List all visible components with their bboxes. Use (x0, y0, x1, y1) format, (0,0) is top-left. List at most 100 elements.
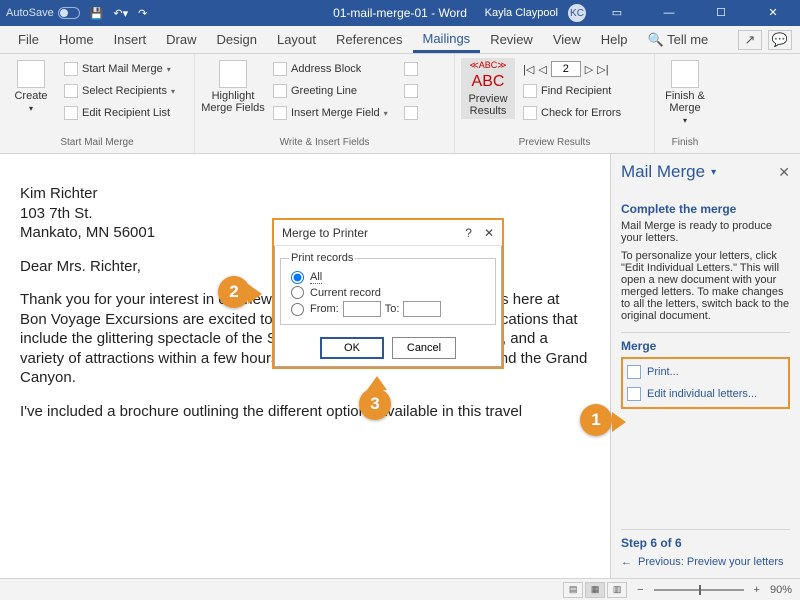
radio-all-input[interactable] (291, 271, 304, 284)
tab-view[interactable]: View (543, 26, 591, 54)
callout-3: 3 (359, 388, 391, 420)
record-nav: |◁ ◁ ▷ ▷| (519, 58, 625, 80)
tab-references[interactable]: References (326, 26, 412, 54)
callout-1-arrow-icon (612, 412, 626, 432)
document-title: 01-mail-merge-01 - Word (333, 6, 467, 20)
comments-icon[interactable]: 💬 (768, 30, 792, 50)
radio-current[interactable]: Current record (289, 285, 487, 300)
maximize-icon[interactable]: ☐ (700, 0, 742, 26)
tab-help[interactable]: Help (591, 26, 638, 54)
merge-to-printer-dialog: Merge to Printer ? ✕ Print records All C… (272, 218, 504, 369)
radio-current-label: Current record (310, 287, 381, 299)
redo-icon[interactable]: ↷ (138, 7, 147, 20)
last-record-icon[interactable]: ▷| (597, 63, 608, 76)
zoom-out-icon[interactable]: − (637, 584, 643, 596)
check-icon (523, 106, 537, 120)
minimize-icon[interactable]: — (648, 0, 690, 26)
finish-merge-button[interactable]: Finish & Merge ▾ (661, 58, 709, 125)
radio-all[interactable]: All (289, 270, 487, 285)
read-mode-icon[interactable]: ▤ (563, 582, 583, 598)
tab-home[interactable]: Home (49, 26, 104, 54)
insert-merge-field-button[interactable]: Insert Merge Field (269, 102, 392, 124)
next-record-icon[interactable]: ▷ (585, 63, 593, 76)
print-link[interactable]: Print... (627, 363, 784, 381)
section-merge: Merge (621, 332, 790, 353)
recipient-addr1: 103 7th St. (20, 205, 93, 222)
docs-icon (627, 387, 641, 401)
address-block-button[interactable]: Address Block (269, 58, 392, 80)
find-label: Find Recipient (541, 85, 611, 97)
update-labels-button[interactable] (400, 102, 422, 124)
print-layout-icon[interactable]: ▦ (585, 582, 605, 598)
save-icon[interactable]: 💾 (90, 7, 104, 20)
autosave-toggle[interactable]: AutoSave (6, 7, 80, 19)
ribbon: Create ▾ Start Mail Merge Select Recipie… (0, 54, 800, 154)
dialog-title: Merge to Printer (282, 226, 368, 240)
tab-file[interactable]: File (8, 26, 49, 54)
tab-tellme[interactable]: 🔍 Tell me (638, 26, 719, 54)
highlight-label: Highlight Merge Fields (201, 90, 265, 114)
check-errors-button[interactable]: Check for Errors (519, 102, 625, 124)
radio-from-input[interactable] (291, 303, 304, 316)
tab-insert[interactable]: Insert (104, 26, 157, 54)
status-bar: ▤ ▦ ▥ − + 90% (0, 578, 800, 600)
dialog-close-icon[interactable]: ✕ (484, 226, 494, 240)
match-fields-button[interactable] (400, 80, 422, 102)
start-mail-merge-button[interactable]: Start Mail Merge (60, 58, 179, 80)
tab-mailings[interactable]: Mailings (413, 27, 481, 53)
group-label-write: Write & Insert Fields (195, 137, 454, 153)
to-input[interactable] (403, 301, 441, 317)
preview-results-button[interactable]: ≪ABC≫ ABC Preview Results (461, 58, 515, 119)
cancel-button[interactable]: Cancel (392, 337, 456, 359)
ribbon-options-icon[interactable]: ▭ (596, 0, 638, 26)
greeting-line-button[interactable]: Greeting Line (269, 80, 392, 102)
tab-layout[interactable]: Layout (267, 26, 326, 54)
user-name[interactable]: Kayla Claypool (485, 7, 558, 19)
tab-design[interactable]: Design (207, 26, 267, 54)
title-bar: AutoSave 💾 ↶▾ ↷ 01-mail-merge-01 - Word … (0, 0, 800, 26)
tab-draw[interactable]: Draw (156, 26, 206, 54)
greeting-icon (273, 84, 287, 98)
greeting-label: Greeting Line (291, 85, 357, 97)
undo-icon[interactable]: ↶▾ (113, 7, 128, 20)
avatar[interactable]: KC (568, 4, 586, 22)
zoom-in-icon[interactable]: + (754, 584, 760, 596)
first-record-icon[interactable]: |◁ (523, 63, 534, 76)
pane-close-icon[interactable]: ✕ (778, 164, 790, 181)
print-records-legend: Print records (289, 252, 355, 264)
errors-label: Check for Errors (541, 107, 621, 119)
close-icon[interactable]: ✕ (752, 0, 794, 26)
web-layout-icon[interactable]: ▥ (607, 582, 627, 598)
group-label-finish: Finish (655, 137, 715, 153)
ok-button[interactable]: OK (320, 337, 384, 359)
zoom-slider[interactable] (654, 589, 744, 591)
previous-step-link[interactable]: ←Previous: Preview your letters (621, 554, 790, 570)
find-icon (523, 84, 537, 98)
dialog-help-icon[interactable]: ? (465, 226, 472, 240)
share-icon[interactable]: ↗ (738, 30, 762, 50)
create-envelopes-button[interactable]: Create ▾ (6, 58, 56, 113)
radio-current-input[interactable] (291, 286, 304, 299)
tab-review[interactable]: Review (480, 26, 543, 54)
radio-from[interactable]: From: To: (289, 300, 487, 318)
print-link-label: Print... (647, 366, 679, 378)
select-recipients-button[interactable]: Select Recipients (60, 80, 179, 102)
match-icon (404, 84, 418, 98)
finish-icon (671, 60, 699, 88)
pane-menu-icon[interactable]: ▾ (711, 167, 716, 178)
pane-desc1: Mail Merge is ready to produce your lett… (621, 220, 790, 244)
callout-2-arrow-icon (248, 284, 262, 304)
edit-recipient-list-button[interactable]: Edit Recipient List (60, 102, 179, 124)
from-input[interactable] (343, 301, 381, 317)
zoom-level[interactable]: 90% (770, 584, 792, 596)
doc-icon (64, 62, 78, 76)
view-buttons: ▤ ▦ ▥ (563, 582, 627, 598)
highlight-fields-button[interactable]: Highlight Merge Fields (201, 58, 265, 114)
rules-button[interactable] (400, 58, 422, 80)
edit-letters-link[interactable]: Edit individual letters... (627, 385, 784, 403)
find-recipient-button[interactable]: Find Recipient (519, 80, 625, 102)
envelope-icon (17, 60, 45, 88)
prev-record-icon[interactable]: ◁ (538, 63, 546, 76)
callout-2: 2 (218, 276, 250, 308)
record-input[interactable] (551, 61, 581, 77)
